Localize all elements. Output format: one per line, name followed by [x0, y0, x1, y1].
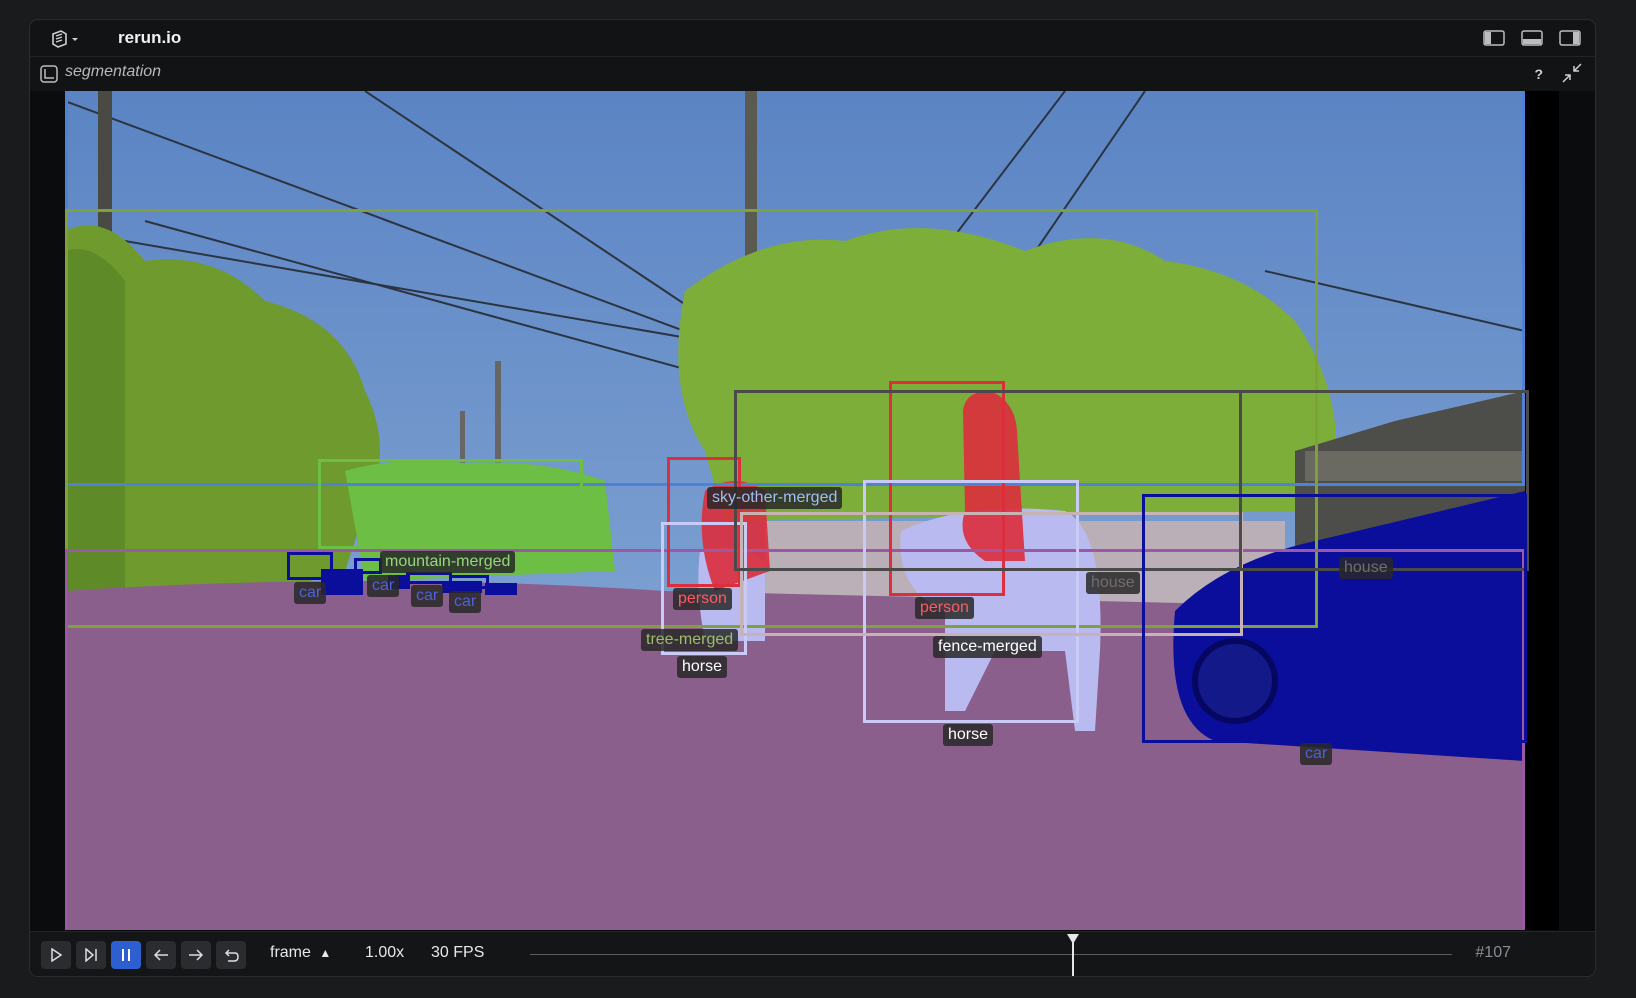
panel-toggles [1483, 29, 1581, 47]
right-panel-toggle-icon[interactable] [1559, 29, 1581, 47]
view-header: segmentation ? [30, 57, 1595, 91]
pause-icon [122, 949, 130, 961]
timeline-bar: frame ▲ 1.00x 30 FPS #107 [30, 931, 1595, 976]
label-person-1: person [673, 588, 732, 610]
current-frame-number: #107 [1475, 944, 1511, 961]
label-horse-1: horse [677, 656, 728, 678]
viewer-window: rerun.io segmentation ? sky-other-merged… [29, 19, 1596, 977]
label-fence-merged: fence-merged [933, 636, 1042, 658]
app-title: rerun.io [118, 28, 182, 47]
bbox-car-right[interactable] [1142, 494, 1527, 743]
play-button[interactable] [41, 941, 71, 969]
bbox-mountain-merged[interactable] [318, 459, 583, 549]
timeline-track[interactable] [530, 954, 1452, 955]
top-bar: rerun.io [30, 20, 1595, 57]
bbox-car-4[interactable] [449, 575, 489, 589]
timeline-selector[interactable]: frame ▲ [270, 944, 331, 962]
timeline-name: frame [270, 944, 311, 961]
bottom-panel-toggle-icon[interactable] [1521, 29, 1543, 47]
arrow-right-icon [189, 949, 204, 961]
bbox-car-3[interactable] [406, 572, 452, 584]
label-car-4: car [449, 591, 482, 613]
bbox-car-1[interactable] [287, 552, 333, 580]
help-button[interactable]: ? [1534, 66, 1543, 82]
rerun-logo-menu-icon[interactable] [50, 30, 82, 48]
playback-fps[interactable]: 30 FPS [431, 944, 484, 962]
step-forward-button[interactable] [76, 941, 106, 969]
label-car-3: car [411, 585, 444, 607]
label-car-2: car [367, 575, 400, 597]
skip-forward-icon [85, 948, 97, 962]
label-car-1: car [294, 582, 327, 604]
play-icon [51, 948, 63, 962]
label-car-right: car [1300, 743, 1333, 765]
playback-speed[interactable]: 1.00x [365, 944, 404, 962]
bbox-car-2[interactable] [354, 558, 382, 574]
pause-button[interactable] [111, 941, 141, 969]
label-sky-other-merged: sky-other-merged [707, 487, 843, 509]
loop-button[interactable] [216, 941, 246, 969]
loop-icon [224, 949, 239, 962]
label-mountain-merged: mountain-merged [380, 551, 516, 573]
label-person-2: person [915, 597, 974, 619]
step-back-button[interactable] [146, 941, 176, 969]
left-panel-toggle-icon[interactable] [1483, 29, 1505, 47]
step-next-button[interactable] [181, 941, 211, 969]
label-horse-2: horse [943, 724, 994, 746]
segmentation-viewport[interactable]: sky-other-merged tree-merged mountain-me… [65, 91, 1559, 930]
playhead-icon[interactable] [1066, 932, 1080, 976]
view-title: segmentation [65, 63, 162, 80]
spatial-2d-view-icon [40, 65, 58, 83]
label-house-1: house [1086, 572, 1140, 594]
arrow-left-icon [153, 949, 168, 961]
label-tree-merged: tree-merged [641, 629, 739, 651]
collapse-view-icon[interactable] [1561, 62, 1583, 84]
caret-up-icon: ▲ [319, 946, 332, 960]
label-house-2: house [1339, 557, 1393, 579]
